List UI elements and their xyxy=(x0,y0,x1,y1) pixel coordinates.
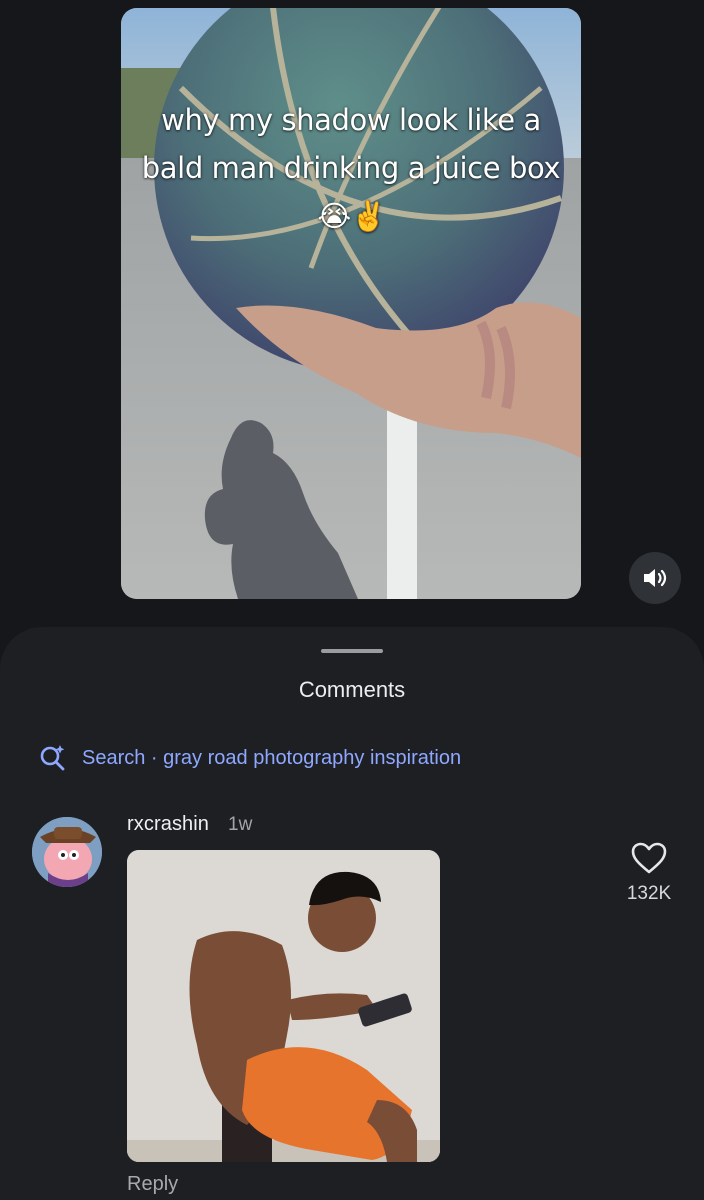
caption-emojis: 😭✌️ xyxy=(317,199,387,233)
mute-toggle-button[interactable] xyxy=(629,552,681,604)
video-caption: why my shadow look like a bald man drink… xyxy=(135,96,567,240)
video-player[interactable]: why my shadow look like a bald man drink… xyxy=(121,8,581,599)
comment-username: rxcrashin xyxy=(127,813,210,835)
comment-username-link[interactable]: rxcrashin xyxy=(127,813,209,836)
sparkle-search-icon xyxy=(40,745,65,771)
like-button[interactable] xyxy=(630,841,668,875)
sheet-drag-handle[interactable] xyxy=(321,649,383,653)
comment-gif-image[interactable] xyxy=(127,850,440,1162)
reply-button[interactable]: Reply xyxy=(127,1173,178,1196)
caption-text: why my shadow look like a bald man drink… xyxy=(141,103,561,185)
avatar-image xyxy=(32,817,102,887)
search-suggestion-label: Search · gray road photography inspirati… xyxy=(82,746,462,769)
speaker-volume-icon xyxy=(644,569,667,587)
comment-timestamp: 1w xyxy=(228,814,253,835)
comment-image-content xyxy=(127,850,440,1162)
sheet-title: Comments xyxy=(298,677,406,702)
app-screen: why my shadow look like a bald man drink… xyxy=(0,0,704,1200)
related-search-link[interactable]: Search · gray road photography inspirati… xyxy=(38,743,461,773)
comments-sheet: Comments Search · gray road photography … xyxy=(0,627,704,1200)
avatar[interactable] xyxy=(32,817,102,887)
like-count: 132K xyxy=(626,883,672,904)
heart-icon xyxy=(631,842,667,874)
